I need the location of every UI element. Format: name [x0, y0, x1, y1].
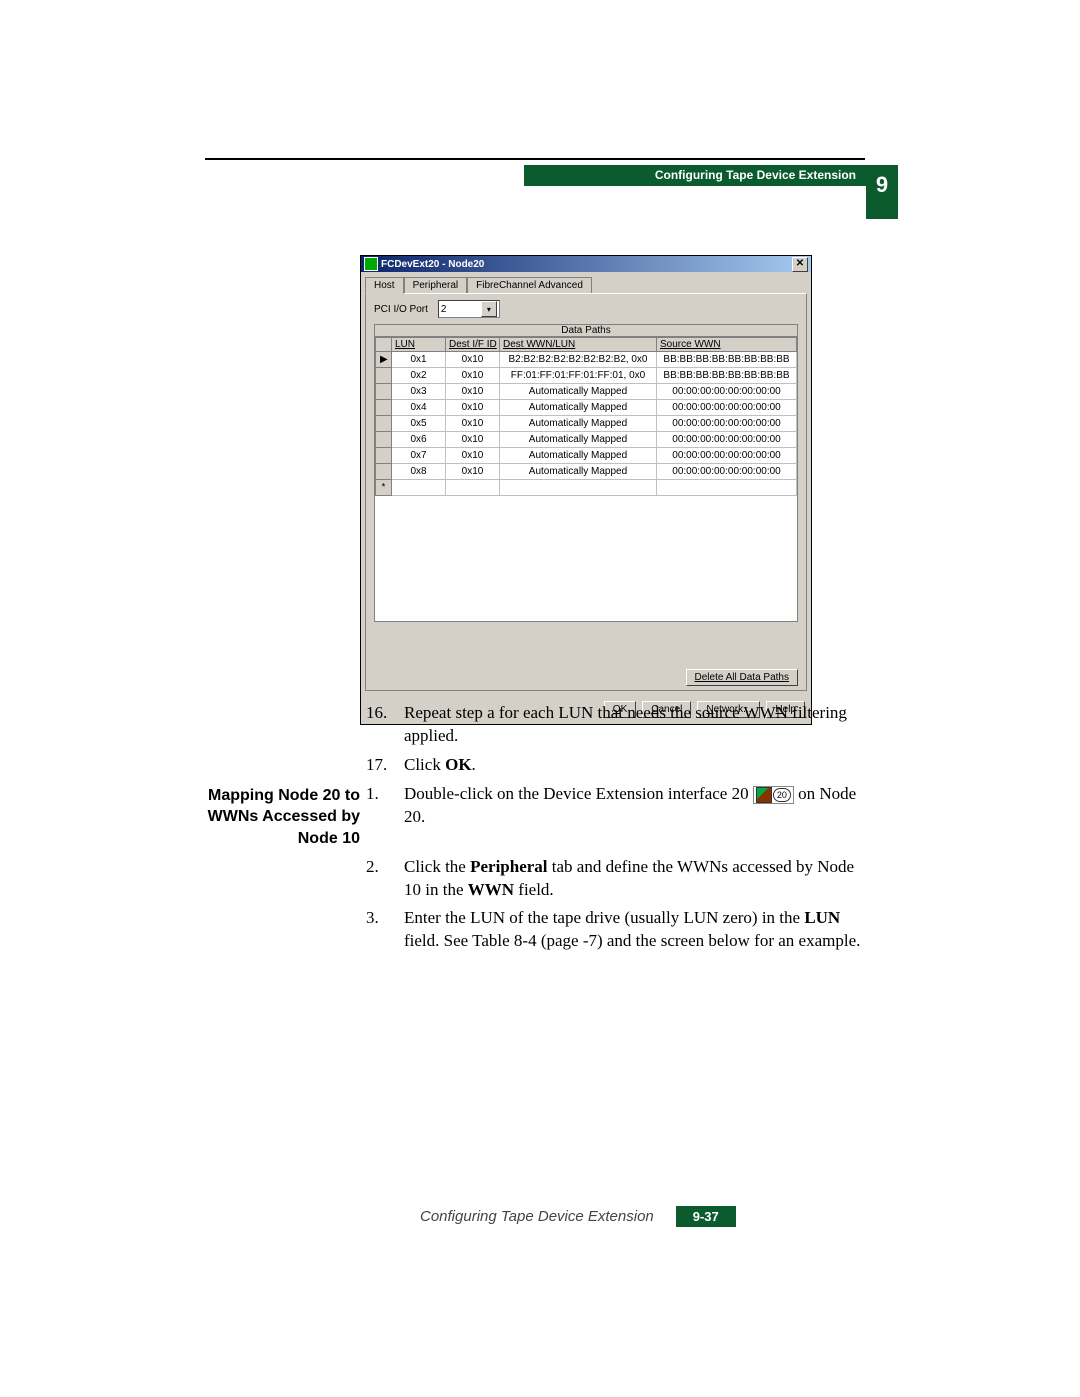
row-marker	[376, 448, 392, 464]
step-3-num: 3.	[360, 907, 404, 953]
row-marker: *	[376, 480, 392, 496]
cell-dest-ifid[interactable]: 0x10	[446, 448, 500, 464]
step-3-text: Enter the LUN of the tape drive (usually…	[404, 907, 870, 953]
chapter-number: 9	[866, 165, 898, 219]
cell-source-wwn[interactable]: 00:00:00:00:00:00:00:00	[657, 432, 797, 448]
cell-dest-ifid[interactable]: 0x10	[446, 384, 500, 400]
cell-dest-wwn[interactable]: Automatically Mapped	[500, 448, 657, 464]
step-2-num: 2.	[360, 856, 404, 902]
col-dest-wwn[interactable]: Dest WWN/LUN	[500, 338, 657, 352]
cell-source-wwn[interactable]: 00:00:00:00:00:00:00:00	[657, 464, 797, 480]
cell-dest-ifid[interactable]: 0x10	[446, 400, 500, 416]
row-marker: ▶	[376, 352, 392, 368]
cell-dest-wwn[interactable]: Automatically Mapped	[500, 416, 657, 432]
tab-host[interactable]: Host	[365, 277, 404, 294]
cell-lun[interactable]: 0x6	[392, 432, 446, 448]
table-row[interactable]: 0x60x10Automatically Mapped00:00:00:00:0…	[376, 432, 797, 448]
section-heading: Mapping Node 20 to WWNs Accessed by Node…	[200, 783, 360, 850]
device-number-badge: 20	[773, 788, 791, 802]
device-icon	[756, 787, 772, 803]
cell-lun[interactable]: 0x7	[392, 448, 446, 464]
step-16-text: Repeat step a for each LUN that needs th…	[404, 702, 870, 748]
table-row[interactable]: 0x50x10Automatically Mapped00:00:00:00:0…	[376, 416, 797, 432]
row-marker	[376, 416, 392, 432]
cell-dest-wwn[interactable]: Automatically Mapped	[500, 464, 657, 480]
col-marker	[376, 338, 392, 352]
table-row[interactable]: 0x40x10Automatically Mapped00:00:00:00:0…	[376, 400, 797, 416]
step-17-num: 17.	[360, 754, 404, 777]
cell-dest-wwn[interactable]: Automatically Mapped	[500, 384, 657, 400]
cell-source-wwn[interactable]: 00:00:00:00:00:00:00:00	[657, 416, 797, 432]
cell-lun[interactable]: 0x8	[392, 464, 446, 480]
pci-port-value: 2	[441, 304, 447, 315]
step-1-text: Double-click on the Device Extension int…	[404, 783, 870, 850]
cell-source-wwn[interactable]: 00:00:00:00:00:00:00:00	[657, 448, 797, 464]
titlebar[interactable]: FCDevExt20 - Node20 ✕	[361, 256, 811, 272]
cell-lun[interactable]: 0x1	[392, 352, 446, 368]
step-1-num: 1.	[360, 783, 404, 850]
table-row[interactable]: 0x80x10Automatically Mapped00:00:00:00:0…	[376, 464, 797, 480]
cell-source-wwn[interactable]: 00:00:00:00:00:00:00:00	[657, 400, 797, 416]
col-source-wwn[interactable]: Source WWN	[657, 338, 797, 352]
tab-strip: Host Peripheral FibreChannel Advanced	[365, 276, 807, 293]
window-title: FCDevExt20 - Node20	[381, 259, 484, 270]
row-marker	[376, 400, 392, 416]
chevron-down-icon[interactable]: ▾	[481, 301, 497, 317]
device-extension-icon: 20	[753, 786, 794, 804]
pci-port-select[interactable]: 2 ▾	[438, 300, 500, 318]
col-dest-ifid[interactable]: Dest I/F ID	[446, 338, 500, 352]
body-text: 16. Repeat step a for each LUN that need…	[200, 702, 870, 959]
cell-source-wwn[interactable]: 00:00:00:00:00:00:00:00	[657, 384, 797, 400]
cell-dest-ifid[interactable]: 0x10	[446, 368, 500, 384]
table-caption: Data Paths	[375, 325, 797, 337]
cell-source-wwn[interactable]: BB:BB:BB:BB:BB:BB:BB:BB	[657, 368, 797, 384]
cell-dest-wwn[interactable]: B2:B2:B2:B2:B2:B2:B2:B2, 0x0	[500, 352, 657, 368]
page-number: 9-37	[676, 1206, 736, 1227]
app-icon	[364, 257, 378, 271]
table-row[interactable]: 0x30x10Automatically Mapped00:00:00:00:0…	[376, 384, 797, 400]
tab-fibrechannel[interactable]: FibreChannel Advanced	[467, 277, 592, 294]
row-marker	[376, 464, 392, 480]
header-rule	[205, 158, 865, 160]
cell-dest-ifid[interactable]: 0x10	[446, 352, 500, 368]
step-2-text: Click the Peripheral tab and define the …	[404, 856, 870, 902]
row-marker	[376, 432, 392, 448]
table-row-new[interactable]: *	[376, 480, 797, 496]
cell-lun[interactable]: 0x3	[392, 384, 446, 400]
cell-dest-ifid[interactable]: 0x10	[446, 432, 500, 448]
table-row[interactable]: 0x70x10Automatically Mapped00:00:00:00:0…	[376, 448, 797, 464]
pci-port-label: PCI I/O Port	[374, 304, 428, 315]
cell-lun[interactable]: 0x4	[392, 400, 446, 416]
cell-source-wwn[interactable]: BB:BB:BB:BB:BB:BB:BB:BB	[657, 352, 797, 368]
table-row[interactable]: ▶0x10x10B2:B2:B2:B2:B2:B2:B2:B2, 0x0BB:B…	[376, 352, 797, 368]
cell-dest-ifid[interactable]: 0x10	[446, 464, 500, 480]
tab-panel-host: PCI I/O Port 2 ▾ Data Paths	[365, 293, 807, 691]
page-footer: Configuring Tape Device Extension 9-37	[420, 1206, 736, 1227]
footer-title: Configuring Tape Device Extension	[420, 1208, 654, 1225]
cell-dest-wwn[interactable]: Automatically Mapped	[500, 432, 657, 448]
cell-dest-wwn[interactable]: FF:01:FF:01:FF:01:FF:01, 0x0	[500, 368, 657, 384]
cell-dest-wwn[interactable]: Automatically Mapped	[500, 400, 657, 416]
col-lun[interactable]: LUN	[392, 338, 446, 352]
tab-peripheral[interactable]: Peripheral	[404, 277, 468, 294]
table-row[interactable]: 0x20x10FF:01:FF:01:FF:01:FF:01, 0x0BB:BB…	[376, 368, 797, 384]
cell-lun[interactable]: 0x2	[392, 368, 446, 384]
data-paths-table: Data Paths LUN Dest I/F ID	[374, 324, 798, 622]
close-icon[interactable]: ✕	[792, 257, 808, 272]
row-marker	[376, 384, 392, 400]
row-marker	[376, 368, 392, 384]
running-header: Configuring Tape Device Extension	[524, 165, 866, 186]
cell-lun[interactable]: 0x5	[392, 416, 446, 432]
cell-dest-ifid[interactable]: 0x10	[446, 416, 500, 432]
dialog-window: FCDevExt20 - Node20 ✕ Host Peripheral Fi…	[360, 255, 812, 725]
delete-all-button[interactable]: Delete All Data Paths	[686, 669, 799, 686]
step-17-text: Click OK.	[404, 754, 870, 777]
step-16-num: 16.	[360, 702, 404, 748]
